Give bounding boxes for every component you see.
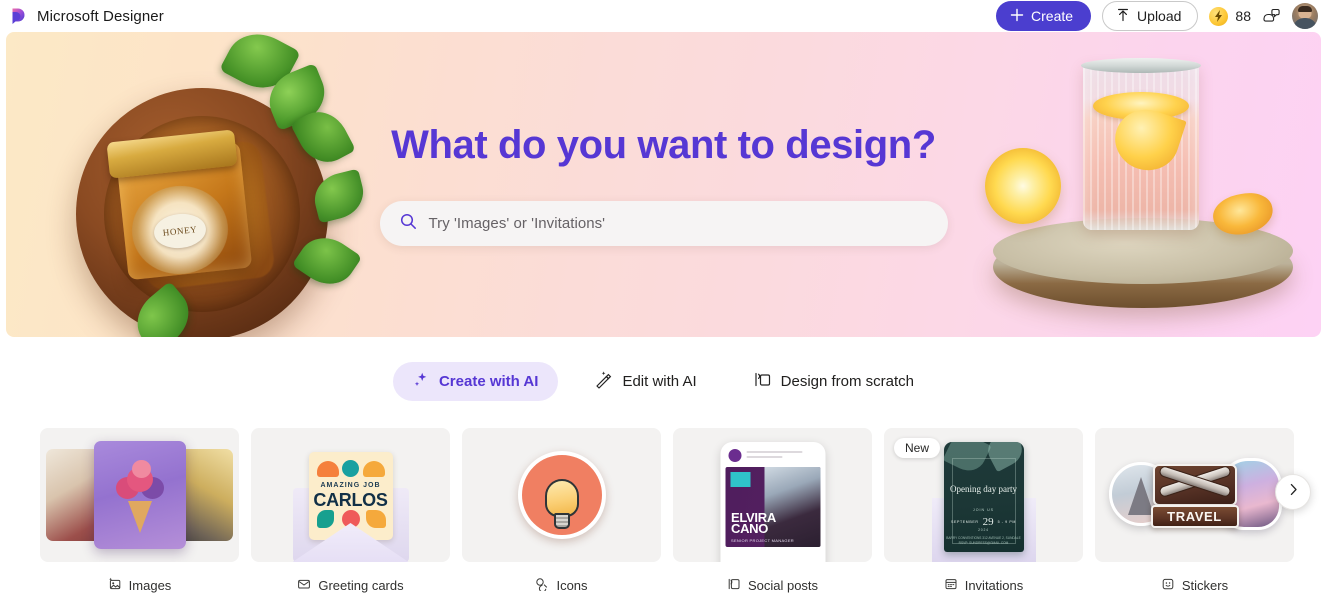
card-icons-label-row: Icons — [462, 577, 661, 594]
invitation-time: 5 - 9 PM — [997, 520, 1016, 524]
avatar[interactable] — [1292, 3, 1318, 29]
plus-icon — [1010, 8, 1024, 25]
card-icons-label: Icons — [556, 578, 588, 593]
social-post-subtitle: SENIOR PROJECT MANAGER — [731, 538, 794, 543]
search-icon — [400, 213, 417, 235]
chevron-right-icon — [1286, 482, 1301, 502]
magic-wand-icon — [594, 370, 613, 393]
card-stickers[interactable]: TRAVEL Stickers — [1095, 428, 1294, 594]
search-input[interactable]: Try 'Images' or 'Invitations' — [379, 201, 948, 246]
card-invitations-thumbnail[interactable]: New Opening day party JOIN US SEPTEMBER … — [884, 428, 1083, 562]
card-social-posts-label-row: Social posts — [673, 577, 872, 594]
card-social-posts-thumbnail[interactable]: ELVIRA CANO SENIOR PROJECT MANAGER — [673, 428, 872, 562]
mode-tabs: Create with AI Edit with AI Design from … — [0, 362, 1327, 401]
card-social-posts[interactable]: ELVIRA CANO SENIOR PROJECT MANAGER Socia… — [673, 428, 872, 594]
top-bar: Microsoft Designer Create Upload 88 — [0, 0, 1327, 32]
envelope-icon — [297, 577, 311, 594]
card-images-label: Images — [128, 578, 172, 593]
credits-count: 88 — [1235, 8, 1251, 24]
invitation-year: 2024 — [978, 528, 989, 532]
invitation-month: SEPTEMBER — [951, 520, 979, 524]
feedback-chat-icon[interactable] — [1262, 8, 1281, 25]
designer-logo-icon — [9, 7, 28, 26]
greeting-card-top-text: AMAZING JOB — [320, 482, 381, 489]
tab-create-with-ai[interactable]: Create with AI — [392, 362, 559, 401]
card-social-posts-label: Social posts — [747, 578, 819, 593]
card-images-thumbnail[interactable] — [40, 428, 239, 562]
card-greeting-cards-label: Greeting cards — [318, 578, 404, 593]
invitation-date: SEPTEMBER 29 5 - 9 PM — [944, 516, 1024, 528]
icons-shapes-icon — [535, 577, 549, 594]
social-post-name-line2: CANO — [731, 521, 769, 536]
sparkle-icon — [413, 371, 430, 392]
card-stickers-label-row: Stickers — [1095, 577, 1294, 594]
card-greeting-cards[interactable]: AMAZING JOB CARLOS Greeting cards — [251, 428, 450, 594]
card-icons-thumbnail[interactable] — [462, 428, 661, 562]
invitation-day: 29 — [982, 516, 994, 528]
tab-design-from-scratch[interactable]: Design from scratch — [733, 362, 934, 401]
tab-edit-with-ai[interactable]: Edit with AI — [574, 362, 716, 401]
sticker-travel-text: TRAVEL — [1150, 505, 1239, 528]
upload-arrow-icon — [1116, 8, 1130, 25]
category-carousel: Images AMAZING JOB CARLOS Greeting cards — [0, 428, 1327, 594]
blank-canvas-icon — [753, 370, 772, 393]
card-images[interactable]: Images — [40, 428, 239, 594]
invitation-title: Opening day party — [950, 484, 1017, 494]
tab-design-from-scratch-label: Design from scratch — [780, 373, 915, 390]
status-badge: New — [894, 438, 941, 458]
create-button-label: Create — [1031, 8, 1074, 24]
top-bar-actions: Create Upload 88 — [996, 1, 1327, 31]
hero-content: What do you want to design? Try 'Images'… — [6, 32, 1321, 337]
search-placeholder: Try 'Images' or 'Invitations' — [428, 215, 606, 232]
upload-button[interactable]: Upload — [1102, 1, 1199, 31]
card-greeting-cards-label-row: Greeting cards — [251, 577, 450, 594]
tab-create-with-ai-label: Create with AI — [438, 373, 539, 390]
invitation-kicker: JOIN US — [972, 508, 995, 512]
tab-edit-with-ai-label: Edit with AI — [622, 373, 697, 390]
hero-banner: HONEY What do you want to design? Try 'I… — [6, 32, 1321, 337]
create-button[interactable]: Create — [996, 1, 1092, 31]
credits-badge[interactable]: 88 — [1209, 6, 1251, 26]
card-invitations-label-row: Invitations — [884, 577, 1083, 594]
sticker-smiley-icon — [1161, 577, 1175, 594]
upload-button-label: Upload — [1137, 8, 1182, 24]
page-title: What do you want to design? — [391, 123, 936, 167]
card-images-label-row: Images — [40, 577, 239, 594]
app-title: Microsoft Designer — [37, 7, 164, 25]
card-greeting-cards-thumbnail[interactable]: AMAZING JOB CARLOS — [251, 428, 450, 562]
card-stickers-label: Stickers — [1181, 578, 1229, 593]
image-sparkle-icon — [108, 577, 122, 594]
social-post-icon — [727, 577, 741, 594]
card-invitations[interactable]: New Opening day party JOIN US SEPTEMBER … — [884, 428, 1083, 594]
invitation-card-icon — [944, 577, 958, 594]
card-invitations-label: Invitations — [964, 578, 1024, 593]
card-icons[interactable]: Icons — [462, 428, 661, 594]
invitation-footer: BARRY CONVENTIONS 312 AVENUE 2, SUNDALE … — [946, 536, 1021, 545]
carousel-next-button[interactable] — [1275, 474, 1311, 510]
brand[interactable]: Microsoft Designer — [0, 7, 164, 26]
lightning-coin-icon — [1209, 6, 1229, 26]
card-stickers-thumbnail[interactable]: TRAVEL — [1095, 428, 1294, 562]
greeting-card-main-text: CARLOS — [313, 490, 388, 510]
